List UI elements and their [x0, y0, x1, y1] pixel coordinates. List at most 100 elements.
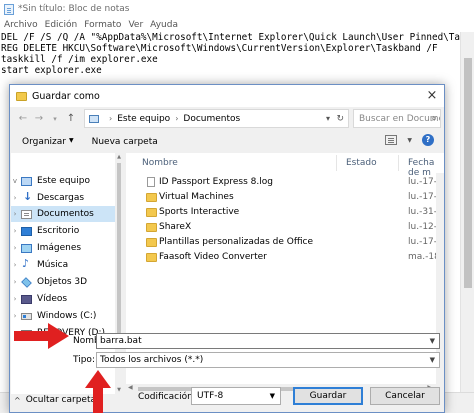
breadcrumb-separator-icon: ›: [109, 114, 113, 123]
sidebar-item-label: Vídeos: [37, 294, 68, 304]
sidebar-item-descargas[interactable]: › Descargas: [11, 190, 115, 206]
chevron-right-icon[interactable]: ›: [11, 261, 19, 269]
file-type-select[interactable]: Todos los archivos (*.*) ▼: [96, 352, 440, 368]
scroll-down-icon[interactable]: ▼: [115, 387, 123, 393]
sidebar-item-label: Música: [37, 260, 69, 270]
chevron-down-icon[interactable]: ▼: [430, 353, 435, 367]
folder-icon: [146, 223, 157, 232]
column-divider[interactable]: [336, 155, 337, 171]
menu-formato[interactable]: Formato: [84, 20, 121, 30]
chevron-down-icon: ▼: [69, 137, 74, 144]
notepad-vertical-scrollbar[interactable]: [460, 32, 474, 392]
folder-icon: [146, 208, 157, 217]
chevron-down-icon[interactable]: ▼: [430, 334, 435, 348]
search-input[interactable]: Buscar en Documentos ⌕: [353, 109, 441, 128]
encoding-select[interactable]: UTF-8 ▼: [191, 387, 281, 405]
scroll-up-icon[interactable]: ▲: [115, 154, 123, 160]
chevron-right-icon[interactable]: ›: [11, 278, 19, 286]
new-folder-button[interactable]: Nueva carpeta: [92, 137, 158, 147]
download-icon: [21, 190, 32, 203]
sidebar-item-label: Objetos 3D: [37, 277, 88, 287]
sidebar-item-este-equipo[interactable]: v Este equipo: [11, 173, 115, 189]
forward-arrow-icon[interactable]: →: [32, 111, 46, 127]
recent-dropdown-icon[interactable]: ▾: [48, 111, 62, 127]
list-item[interactable]: Faasoft Video Converter ma.-18-agost: [126, 250, 444, 265]
chevron-up-icon: ^: [14, 395, 21, 405]
list-item[interactable]: Virtual Machines lu.-17-agost: [126, 190, 444, 205]
chevron-right-icon[interactable]: ›: [11, 210, 19, 218]
breadcrumb-documentos[interactable]: Documentos: [183, 114, 240, 124]
list-item[interactable]: Plantillas personalizadas de Office lu.-…: [126, 235, 444, 250]
folder-icon: [16, 91, 27, 101]
search-icon: ⌕: [431, 113, 437, 124]
pictures-icon: [21, 243, 32, 253]
address-bar[interactable]: › Este equipo › Documentos ▾ ↻: [84, 109, 349, 128]
sidebar-item-documentos[interactable]: › Documentos: [11, 206, 115, 222]
help-icon[interactable]: ?: [422, 134, 434, 146]
sidebar-item-videos[interactable]: › Vídeos: [11, 291, 115, 307]
column-header-name[interactable]: Nombre: [142, 158, 178, 168]
breadcrumb-este-equipo[interactable]: Este equipo: [117, 114, 170, 124]
column-header-status[interactable]: Estado: [346, 158, 377, 168]
sidebar-item-musica[interactable]: › Música: [11, 257, 115, 273]
scroll-left-icon[interactable]: ◀: [128, 384, 133, 391]
sidebar-item-escritorio[interactable]: › Escritorio: [11, 223, 115, 239]
sidebar-item-label: Descargas: [37, 193, 85, 203]
music-icon: [21, 257, 32, 270]
up-arrow-icon[interactable]: ↑: [64, 111, 78, 127]
file-name: Faasoft Video Converter: [159, 252, 267, 262]
cancel-button[interactable]: Cancelar: [370, 387, 440, 405]
sidebar-item-objetos-3d[interactable]: › Objetos 3D: [11, 274, 115, 290]
column-divider[interactable]: [398, 155, 399, 171]
red-arrow-up-icon: [85, 370, 111, 413]
menu-ver[interactable]: Ver: [128, 20, 143, 30]
folder-icon: [146, 238, 157, 247]
computer-icon: [21, 176, 32, 186]
chevron-down-icon[interactable]: ▾: [326, 114, 330, 123]
file-name: Plantillas personalizadas de Office: [159, 237, 314, 247]
menu-edicion[interactable]: Edición: [45, 20, 78, 30]
list-item[interactable]: Sports Interactive lu.-31-agost: [126, 205, 444, 220]
chevron-down-icon[interactable]: ▼: [407, 137, 412, 144]
list-item[interactable]: ShareX lu.-12-agost: [126, 220, 444, 235]
list-item[interactable]: ID Passport Express 8.log lu.-17-agost: [126, 175, 444, 190]
chevron-right-icon[interactable]: ›: [11, 194, 19, 202]
chevron-right-icon[interactable]: ›: [11, 244, 19, 252]
chevron-right-icon[interactable]: ›: [11, 227, 19, 235]
notepad-title-bar: *Sin título: Bloc de notas: [0, 0, 474, 18]
notepad-icon: [4, 3, 14, 15]
sidebar-item-imagenes[interactable]: › Imágenes: [11, 240, 115, 256]
file-type-value: Todos los archivos (*.*): [100, 355, 204, 365]
sidebar-item-label: Escritorio: [37, 226, 80, 236]
refresh-icon[interactable]: ↻: [336, 114, 344, 124]
text-line: REG DELETE HKCU\Software\Microsoft\Windo…: [1, 43, 438, 54]
chevron-right-icon[interactable]: ›: [11, 295, 19, 303]
notepad-menu-bar: Archivo Edición Formato Ver Ayuda: [0, 18, 474, 32]
sidebar-item-label: Imágenes: [37, 243, 82, 253]
notepad-text-area[interactable]: DEL /F /S /Q /A "%AppData%\Microsoft\Int…: [0, 32, 474, 88]
filename-input[interactable]: barra.bat ▼: [96, 333, 440, 349]
dialog-toolbar: Organizar ▼ Nueva carpeta ▼ ?: [10, 131, 444, 153]
scroll-thumb[interactable]: [117, 163, 121, 343]
scroll-thumb[interactable]: [464, 58, 472, 288]
close-icon[interactable]: ×: [424, 88, 440, 104]
sidebar-item-label: Este equipo: [37, 176, 90, 186]
chevron-down-icon[interactable]: ▼: [270, 388, 275, 404]
chevron-right-icon[interactable]: ›: [11, 312, 19, 320]
encoding-value: UTF-8: [197, 391, 224, 401]
organize-button[interactable]: Organizar ▼: [22, 137, 74, 147]
menu-ayuda[interactable]: Ayuda: [150, 20, 178, 30]
view-options-icon[interactable]: [385, 135, 398, 145]
save-button[interactable]: Guardar: [293, 387, 363, 405]
file-name: ShareX: [159, 222, 192, 232]
sidebar-item-label: Documentos: [37, 209, 94, 219]
file-icon: [147, 177, 155, 187]
objects-3d-icon: [21, 276, 32, 288]
back-arrow-icon[interactable]: ←: [16, 111, 30, 127]
chevron-down-icon[interactable]: v: [11, 177, 19, 185]
folder-icon: [146, 193, 157, 202]
filename-value: barra.bat: [100, 336, 142, 346]
folder-icon: [146, 253, 157, 262]
menu-archivo[interactable]: Archivo: [4, 20, 38, 30]
encoding-label: Codificación:: [138, 392, 196, 402]
